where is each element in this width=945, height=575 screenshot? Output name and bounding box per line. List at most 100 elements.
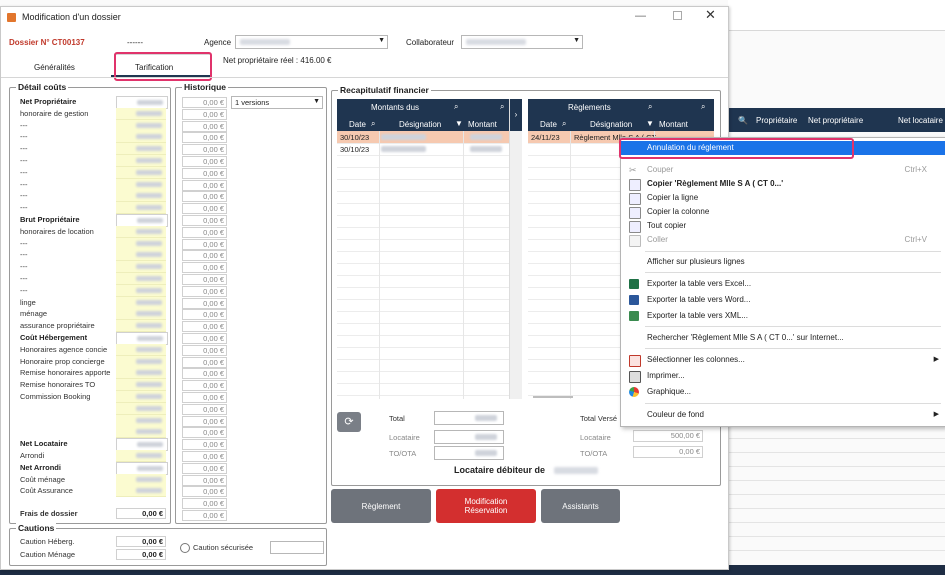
search-icon[interactable]: ⌕ [500,102,504,112]
toota-field [434,446,504,460]
detail-value-cell[interactable] [116,225,166,238]
modification-reservation-button[interactable]: Modification Réservation [436,489,536,523]
col-date[interactable]: Date [349,120,366,129]
bg-table-row[interactable] [728,453,945,467]
row-date: 30/10/23 [340,133,370,142]
bg-table-row[interactable] [728,425,945,439]
menu-couper[interactable]: ✂ Couper Ctrl+X [621,163,945,177]
assistants-button[interactable]: Assistants [541,489,620,523]
horizontal-scrollbar[interactable] [533,396,573,398]
menu-copier-colonne[interactable]: Copier la colonne [621,205,945,219]
left-grid-scrollbar[interactable]: › [509,99,522,399]
search-icon[interactable]: ⌕ [701,102,705,112]
bg-col-proprietaire[interactable]: Propriétaire [756,116,797,125]
detail-value-cell[interactable] [116,391,166,403]
detail-value-cell[interactable] [116,155,166,167]
detail-value-cell[interactable] [116,367,166,380]
bg-table-row[interactable] [728,537,945,551]
search-icon[interactable]: ⌕ [454,102,458,112]
detail-value-cell[interactable] [116,379,166,392]
detail-value-cell[interactable] [116,237,166,250]
detail-value-cell[interactable] [116,143,166,156]
bg-filter-icon[interactable]: 🔍 [738,116,748,125]
collaborateur-select[interactable]: ▼ [461,35,583,49]
word-icon [629,295,639,305]
detail-value-cell[interactable] [116,402,166,415]
menu-couleur-fond[interactable]: Couleur de fond ▶ [621,408,945,422]
row-date: 30/10/23 [340,145,370,154]
bg-table-row[interactable] [728,467,945,481]
table-row[interactable] [337,383,509,396]
menu-afficher-plusieurs-lignes[interactable]: Afficher sur plusieurs lignes [621,255,945,269]
detail-value-cell[interactable] [116,296,166,309]
search-icon[interactable]: ⌕ [562,119,566,129]
menu-coller[interactable]: Coller Ctrl+V [621,233,945,247]
detail-value-cell[interactable] [116,273,166,285]
maximize-icon[interactable] [673,11,682,20]
detail-value-cell[interactable] [116,473,166,486]
menu-graphique[interactable]: Graphique... [621,385,945,399]
menu-rechercher-internet[interactable]: Rechercher 'Règlement Mlle S A ( CT 0...… [621,331,945,345]
menu-export-word[interactable]: Exporter la table vers Word... [621,293,945,307]
paste-icon [629,235,641,247]
detail-value-cell[interactable] [116,190,166,203]
search-icon[interactable]: ⌕ [648,102,652,112]
menu-selectionner-colonnes[interactable]: Sélectionner les colonnes... ▶ [621,353,945,367]
detail-value-cell[interactable] [116,320,166,333]
close-icon[interactable]: ✕ [705,7,716,23]
bg-table-row[interactable] [728,481,945,495]
refresh-button[interactable]: ⟳ [337,412,361,432]
historique-value: 0,00 € [182,191,227,203]
col-date[interactable]: Date [540,120,557,129]
menu-copier-ligne[interactable]: Copier la ligne [621,191,945,205]
detail-value-cell[interactable] [116,202,166,215]
versions-select[interactable]: 1 versions ▼ [231,96,323,109]
search-icon[interactable]: ⌕ [371,119,375,129]
detail-value-cell[interactable] [116,284,166,297]
detail-value-cell[interactable] [116,261,166,274]
col-montant[interactable]: Montant [468,120,497,129]
detail-value-cell[interactable] [116,131,166,144]
bg-table-row[interactable] [728,439,945,453]
detail-value-cell[interactable] [116,308,166,321]
menu-export-xml[interactable]: Exporter la table vers XML... [621,309,945,323]
bg-table-row[interactable] [728,495,945,509]
bg-table-row[interactable] [728,509,945,523]
minimize-icon[interactable]: — [635,10,646,22]
detail-value-cell[interactable] [116,107,166,120]
detail-value-cell[interactable] [116,485,166,498]
menu-export-excel[interactable]: Exporter la table vers Excel... [621,277,945,291]
frais-dossier-value[interactable]: 0,00 € [116,508,166,519]
reglement-button[interactable]: Règlement [331,489,431,523]
filter-icon[interactable]: ▼ [646,119,654,128]
col-designation[interactable]: Désignation [590,120,632,129]
detail-value-cell[interactable] [116,355,166,368]
bg-table-row[interactable] [728,523,945,537]
detail-value-cell[interactable] [116,450,166,462]
caution-securisee-field[interactable] [270,541,324,554]
detail-value-cell[interactable] [116,178,166,191]
caution-securisee-checkbox[interactable] [180,543,190,553]
bg-col-net-locataire[interactable]: Net locataire [898,116,943,125]
menu-imprimer[interactable]: Imprimer... [621,369,945,383]
menu-tout-copier[interactable]: Tout copier [621,219,945,233]
chevron-right-icon[interactable]: › [510,99,522,131]
menu-graphique-label: Graphique... [647,387,692,396]
agence-select[interactable]: ▼ [235,35,388,49]
detail-value-cell[interactable] [116,343,166,356]
detail-value-cell[interactable] [116,414,166,427]
detail-value-cell[interactable] [116,426,166,439]
tab-generalites[interactable]: Généralités [34,63,75,72]
caution-menage-value[interactable]: 0,00 € [116,549,166,560]
bg-col-net-proprietaire[interactable]: Net propriétaire [808,116,863,125]
menu-copier[interactable]: Copier 'Règlement Mlle S A ( CT 0...' [621,177,945,191]
col-montant[interactable]: Montant [659,120,688,129]
total-label: Total [389,414,405,423]
detail-value-cell[interactable] [116,249,166,262]
caution-heberg-value[interactable]: 0,00 € [116,536,166,547]
detail-value-cell[interactable] [116,119,166,132]
detail-value-cell[interactable] [116,166,166,179]
col-designation[interactable]: Désignation [399,120,441,129]
historique-value: 0,00 € [182,144,227,156]
filter-icon[interactable]: ▼ [455,119,463,128]
